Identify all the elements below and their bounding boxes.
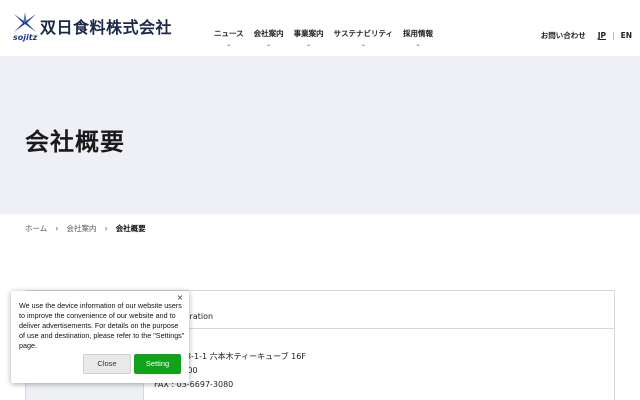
chevron-down-icon: ⌄ <box>266 41 272 48</box>
nav-item-business[interactable]: 事業案内 ⌄ <box>294 28 324 49</box>
site-header: 双日食料株式会社 sojitz ニュース ⌄ 会社案内 ⌄ 事業案内 ⌄ サステ… <box>0 0 640 56</box>
cookie-close-button[interactable]: Close <box>83 354 131 374</box>
nav-item-sustainability[interactable]: サステナビリティ ⌄ <box>334 28 393 49</box>
chevron-down-icon: ⌄ <box>360 41 366 48</box>
sojitz-wordmark: sojitz <box>13 33 38 42</box>
page-title: 会社概要 <box>25 128 125 156</box>
cookie-message: We use the device information of our web… <box>19 301 185 350</box>
breadcrumb-home[interactable]: ホーム <box>25 223 47 234</box>
company-logo[interactable]: 双日食料株式会社 sojitz <box>12 12 172 44</box>
chevron-down-icon: ⌄ <box>226 41 232 48</box>
lang-jp-link[interactable]: JP <box>598 31 606 40</box>
chevron-down-icon: ⌄ <box>415 41 421 48</box>
lang-separator: | <box>612 31 615 40</box>
nav-item-news[interactable]: ニュース ⌄ <box>214 28 244 49</box>
nav-item-company[interactable]: 会社案内 ⌄ <box>254 28 284 49</box>
main-nav: ニュース ⌄ 会社案内 ⌄ 事業案内 ⌄ サステナビリティ ⌄ 採用情報 ⌄ <box>214 28 433 49</box>
page-hero: 会社概要 <box>0 56 640 214</box>
chevron-right-icon: › <box>55 224 59 233</box>
chevron-down-icon: ⌄ <box>306 41 312 48</box>
contact-link[interactable]: お問い合わせ <box>541 30 586 41</box>
breadcrumb: ホーム › 会社案内 › 会社概要 <box>25 223 146 234</box>
chevron-right-icon: › <box>104 224 108 233</box>
cookie-consent-dialog: × We use the device information of our w… <box>11 291 189 383</box>
breadcrumb-company[interactable]: 会社案内 <box>66 223 96 234</box>
breadcrumb-current: 会社概要 <box>115 224 146 233</box>
header-utility: お問い合わせ JP | EN <box>541 30 632 41</box>
nav-item-recruit[interactable]: 採用情報 ⌄ <box>403 28 433 49</box>
sojitz-star-icon <box>14 12 36 32</box>
company-name: 双日食料株式会社 <box>40 18 173 37</box>
lang-en-link[interactable]: EN <box>621 31 632 40</box>
cookie-setting-button[interactable]: Setting <box>134 354 181 374</box>
